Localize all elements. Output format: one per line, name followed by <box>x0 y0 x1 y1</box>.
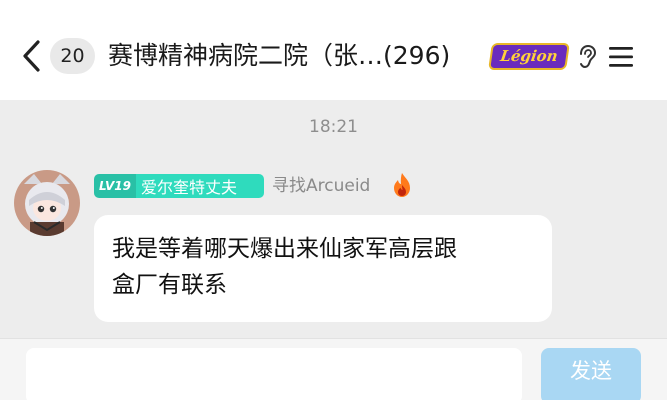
ear-icon[interactable] <box>574 43 600 71</box>
message-input[interactable] <box>26 348 522 400</box>
message-bubble[interactable]: 我是等着哪天爆出来仙家军高层跟 盒厂有联系 <box>94 215 552 322</box>
chevron-left-icon[interactable] <box>18 38 48 74</box>
chat-header: 20 赛博精神病院二院（张…(296) Légion <box>0 0 667 100</box>
avatar[interactable] <box>14 170 80 236</box>
message-timestamp: 18:21 <box>309 117 358 137</box>
hamburger-menu-icon[interactable] <box>606 42 636 72</box>
send-button[interactable]: 发送 <box>541 348 641 400</box>
message-text-line-2: 盒厂有联系 <box>112 272 227 298</box>
chat-title[interactable]: 赛博精神病院二院（张…(296) <box>108 38 490 74</box>
sender-name[interactable]: 寻找Arcueid <box>272 174 392 198</box>
message-text-line-1: 我是等着哪天爆出来仙家军高层跟 <box>112 236 457 262</box>
level-label: LV19 <box>94 174 136 198</box>
unread-count-badge[interactable]: 20 <box>50 38 95 74</box>
legion-badge-logo: Légion <box>488 43 570 70</box>
level-tag: LV19 爱尔奎特丈夫 <box>94 174 264 198</box>
fire-icon <box>392 172 412 198</box>
level-title: 爱尔奎特丈夫 <box>140 178 237 197</box>
